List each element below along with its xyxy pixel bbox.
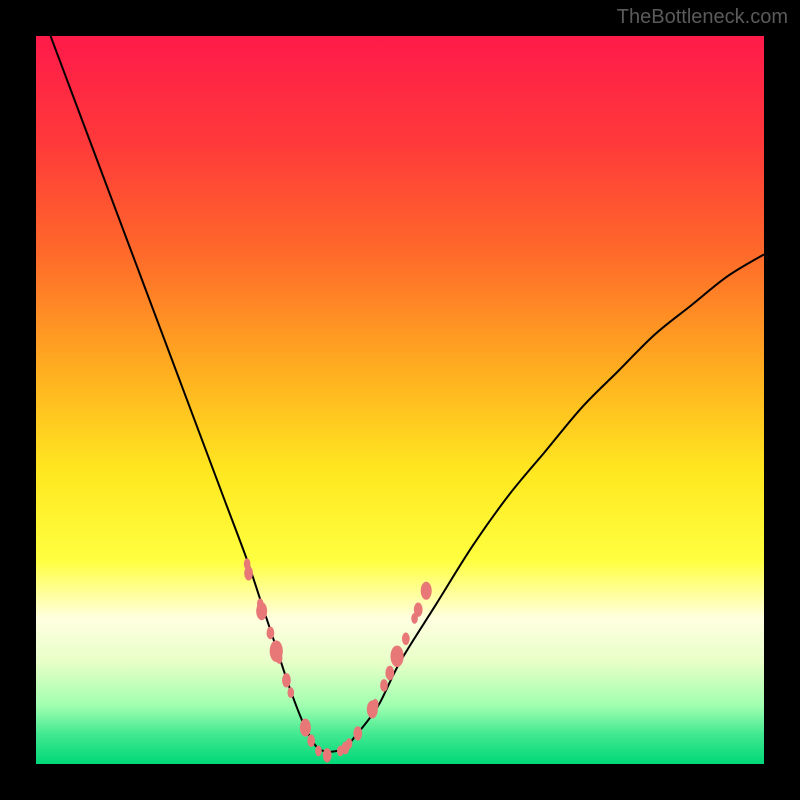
- curve-overlay: [36, 36, 764, 764]
- scatter-point: [323, 748, 332, 762]
- scatter-point: [346, 738, 353, 749]
- scatter-point: [276, 653, 283, 664]
- watermark-text: TheBottleneck.com: [617, 6, 788, 29]
- scatter-point: [372, 699, 379, 710]
- scatter-point: [385, 666, 394, 680]
- scatter-points: [244, 558, 432, 762]
- scatter-point: [300, 719, 311, 737]
- scatter-point: [244, 566, 253, 580]
- scatter-point: [282, 673, 291, 687]
- scatter-point: [414, 602, 423, 616]
- scatter-point: [267, 627, 275, 640]
- scatter-point: [256, 602, 267, 620]
- scatter-point: [380, 679, 388, 692]
- scatter-point: [307, 734, 315, 747]
- scatter-point: [288, 687, 295, 698]
- scatter-point: [315, 745, 322, 756]
- scatter-point: [353, 726, 362, 740]
- chart-plot-area: [36, 36, 764, 764]
- scatter-point: [402, 632, 410, 645]
- scatter-point: [390, 645, 403, 667]
- scatter-point: [421, 582, 432, 600]
